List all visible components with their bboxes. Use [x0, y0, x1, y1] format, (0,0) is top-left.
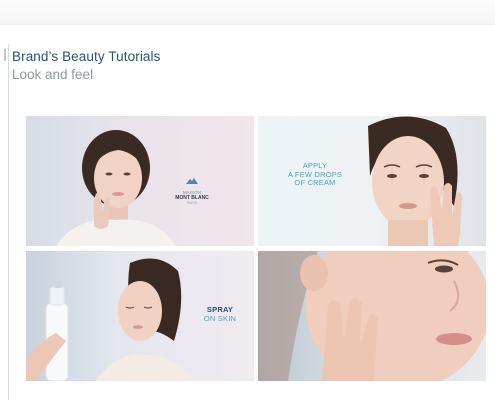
tutorial-still-2[interactable]: APPLY A FEW DROPS OF CREAM: [258, 116, 486, 246]
apply-caption-line-3: OF CREAM: [294, 178, 336, 187]
apply-caption: APPLY A FEW DROPS OF CREAM: [283, 161, 347, 188]
logo-tagline: PARIS: [186, 201, 198, 205]
tutorial-still-4[interactable]: [258, 251, 486, 381]
spray-caption-sub: ON SKIN: [203, 313, 237, 323]
page: ❘ Brand’s Beauty Tutorials Look and feel: [0, 0, 495, 400]
mountain-icon: [186, 178, 198, 184]
left-divider: [8, 44, 9, 400]
page-title: Brand’s Beauty Tutorials: [12, 49, 161, 64]
model-closeup-illustration: [258, 251, 486, 381]
page-subtitle: Look and feel: [12, 67, 94, 82]
top-strip: [0, 0, 495, 25]
model-portrait-illustration: [56, 130, 176, 246]
spray-caption: SPRAY ON SKIN: [190, 305, 250, 323]
section-heading: Brand’s Beauty Tutorials Look and feel: [12, 48, 312, 83]
brand-logo: MAISON MONT BLANC PARIS: [174, 172, 210, 205]
tutorial-still-3[interactable]: SPRAY ON SKIN: [26, 251, 254, 381]
edge-mark: ❘: [0, 47, 11, 61]
tutorial-still-1[interactable]: MAISON MONT BLANC PARIS: [26, 116, 254, 246]
